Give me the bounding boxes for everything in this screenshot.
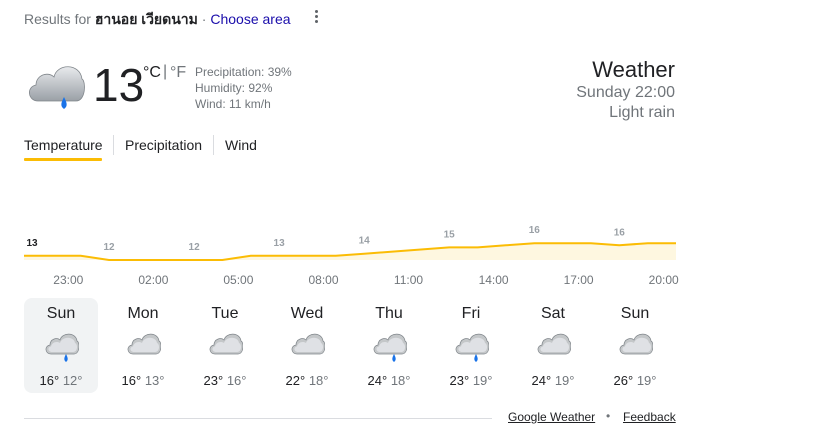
- results-for-line: Results for ฮานอย เวียดนาม · Choose area: [24, 9, 291, 31]
- day-card[interactable]: Mon 16° 13°: [106, 298, 180, 393]
- tab-wind[interactable]: Wind: [225, 137, 257, 153]
- day-name: Mon: [127, 305, 159, 322]
- high-temp: 23°: [203, 373, 224, 388]
- high-temp: 16°: [121, 373, 142, 388]
- high-temp: 26°: [613, 373, 634, 388]
- day-temps: 22° 18°: [270, 373, 344, 388]
- data-label: 12: [189, 242, 201, 253]
- day-name: Wed: [290, 305, 324, 322]
- more-options-icon[interactable]: [310, 8, 322, 26]
- day-card[interactable]: Fri 23° 19°: [434, 298, 508, 393]
- day-temps: 16° 13°: [106, 373, 180, 388]
- day-name: Sat: [540, 305, 565, 322]
- precipitation-text: Precipitation: 39%: [195, 65, 292, 79]
- rain-cloud-icon: [24, 57, 86, 119]
- hour-label: 14:00: [478, 273, 509, 287]
- data-label: 13: [274, 238, 286, 249]
- day-name: Fri: [461, 305, 481, 322]
- cloud-icon: [535, 327, 572, 363]
- tab-temperature[interactable]: Temperature: [24, 137, 103, 153]
- day-card[interactable]: Sat 24° 19°: [516, 298, 590, 393]
- tab-precipitation[interactable]: Precipitation: [125, 137, 202, 153]
- tab-divider: [113, 135, 114, 155]
- data-label: 14: [359, 236, 371, 247]
- hour-label: 17:00: [563, 273, 594, 287]
- high-temp: 16°: [39, 373, 60, 388]
- cloud-icon: [617, 327, 654, 363]
- unit-separator: |: [163, 63, 168, 80]
- data-label: 16: [614, 227, 626, 238]
- day-name: Sun: [620, 305, 650, 322]
- high-temp: 22°: [285, 373, 306, 388]
- humidity-text: Humidity: 92%: [195, 81, 273, 95]
- current-temperature: 13: [93, 59, 145, 111]
- low-temp: 19°: [472, 373, 493, 388]
- high-temp: 24°: [531, 373, 552, 388]
- day-card[interactable]: Sun 16° 12°: [24, 298, 98, 393]
- day-temps: 26° 19°: [598, 373, 672, 388]
- feedback-link[interactable]: Feedback: [623, 410, 676, 424]
- data-label: 13: [26, 238, 38, 249]
- choose-area-link[interactable]: Choose area: [210, 11, 290, 27]
- results-prefix: Results for: [24, 11, 91, 27]
- tab-divider: [213, 135, 214, 155]
- low-temp: 16°: [226, 373, 247, 388]
- cloud-icon: [125, 327, 162, 363]
- separator-dot: ·: [201, 11, 207, 27]
- day-temps: 16° 12°: [24, 373, 98, 388]
- day-card[interactable]: Thu 24° 18°: [352, 298, 426, 393]
- hour-label: 23:00: [53, 273, 84, 287]
- day-card[interactable]: Tue 23° 16°: [188, 298, 262, 393]
- weather-datetime: Sunday 22:00: [576, 84, 675, 101]
- day-temps: 23° 16°: [188, 373, 262, 388]
- hour-label: 02:00: [138, 273, 169, 287]
- google-weather-link[interactable]: Google Weather: [508, 410, 595, 424]
- low-temp: 18°: [390, 373, 411, 388]
- selected-tab-indicator: [24, 158, 102, 161]
- day-name: Thu: [375, 305, 403, 322]
- weather-title: Weather: [592, 57, 675, 82]
- footer-divider: [24, 418, 492, 419]
- hour-label: 08:00: [308, 273, 339, 287]
- temperature-area: [24, 243, 676, 260]
- day-temps: 23° 19°: [434, 373, 508, 388]
- fahrenheit-toggle[interactable]: °F: [170, 64, 186, 82]
- low-temp: 19°: [636, 373, 657, 388]
- high-temp: 23°: [449, 373, 470, 388]
- hour-label: 20:00: [648, 273, 679, 287]
- current-details: Precipitation: 39% Humidity: 92% Wind: 1…: [195, 64, 292, 112]
- data-label: 12: [103, 242, 115, 253]
- day-temps: 24° 18°: [352, 373, 426, 388]
- low-temp: 13°: [144, 373, 165, 388]
- rain-cloud-icon: [371, 327, 408, 363]
- wind-text: Wind: 11 km/h: [195, 97, 271, 111]
- weather-condition: Light rain: [609, 104, 675, 121]
- low-temp: 18°: [308, 373, 329, 388]
- low-temp: 12°: [62, 373, 83, 388]
- rain-cloud-icon: [453, 327, 490, 363]
- footer-bullet: •: [606, 409, 611, 423]
- hour-label: 11:00: [393, 273, 424, 287]
- rain-cloud-icon: [43, 327, 80, 363]
- data-label: 15: [444, 229, 456, 240]
- day-card[interactable]: Sun 26° 19°: [598, 298, 672, 393]
- day-name: Tue: [211, 305, 239, 322]
- cloud-icon: [289, 327, 326, 363]
- day-temps: 24° 19°: [516, 373, 590, 388]
- celsius-toggle[interactable]: °C: [143, 64, 161, 82]
- high-temp: 24°: [367, 373, 388, 388]
- location-name: ฮานอย เวียดนาม: [94, 11, 198, 27]
- hour-label: 05:00: [223, 273, 254, 287]
- day-card[interactable]: Wed 22° 18°: [270, 298, 344, 393]
- cloud-icon: [207, 327, 244, 363]
- day-name: Sun: [46, 305, 76, 322]
- data-label: 16: [529, 225, 541, 236]
- low-temp: 19°: [554, 373, 575, 388]
